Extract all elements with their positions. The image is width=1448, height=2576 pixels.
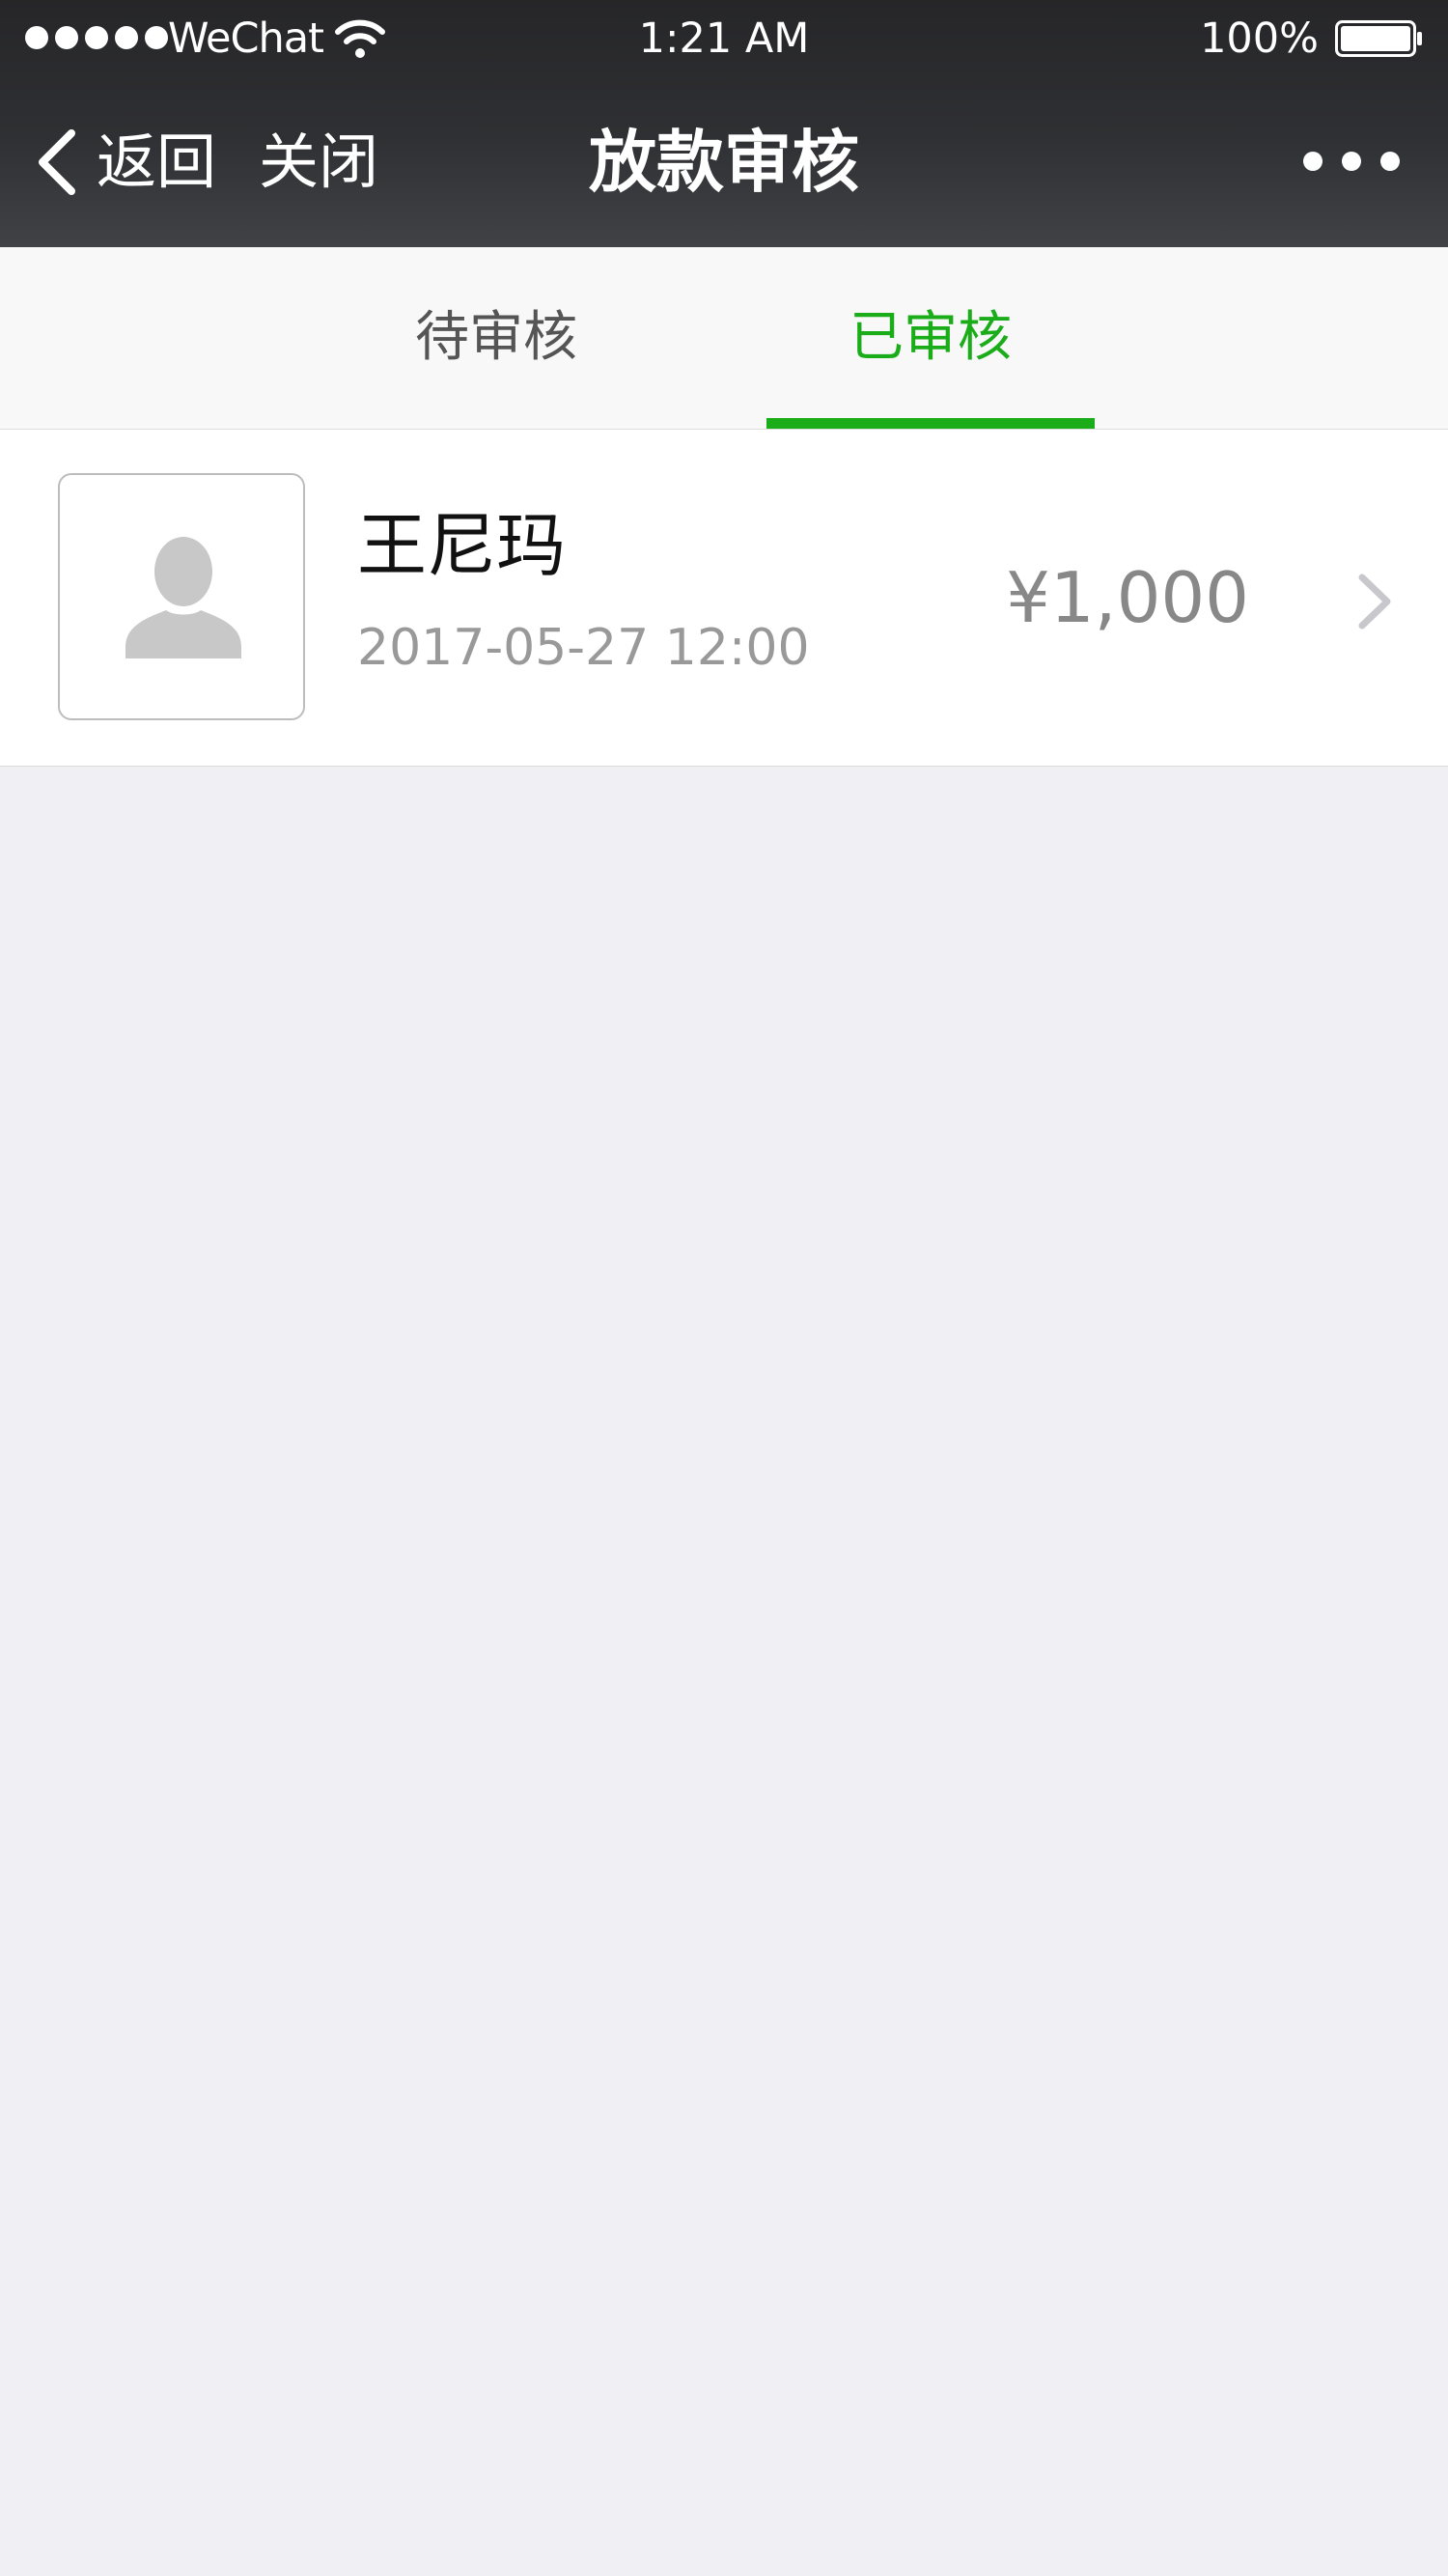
chevron-right-icon bbox=[1358, 574, 1391, 630]
battery-percent: 100% bbox=[1200, 14, 1319, 63]
back-button[interactable]: 返回 bbox=[35, 124, 216, 201]
tab-reviewed-label: 已审核 bbox=[849, 306, 1012, 369]
loan-time: 2017-05-27 12:00 bbox=[357, 619, 810, 677]
avatar bbox=[58, 473, 305, 720]
tab-pending-label: 待审核 bbox=[415, 306, 577, 369]
header: WeChat 1:21 AM 100% 返回 关闭 放款审核 bbox=[0, 0, 1448, 247]
chevron-left-icon bbox=[39, 129, 75, 195]
list-item[interactable]: 王尼玛 2017-05-27 12:00 ¥1,000 bbox=[0, 430, 1448, 766]
more-icon[interactable] bbox=[1303, 142, 1400, 181]
battery-icon bbox=[1335, 20, 1422, 57]
borrower-name: 王尼玛 bbox=[357, 505, 567, 586]
tab-bar: 待审核 已审核 bbox=[0, 247, 1448, 430]
close-button[interactable]: 关闭 bbox=[259, 124, 378, 201]
user-placeholder-icon bbox=[125, 537, 241, 658]
navigation-bar: 返回 关闭 放款审核 bbox=[0, 79, 1448, 247]
tab-reviewed[interactable]: 已审核 bbox=[766, 247, 1095, 429]
loan-list: 王尼玛 2017-05-27 12:00 ¥1,000 bbox=[0, 430, 1448, 767]
loan-amount: ¥1,000 bbox=[1006, 557, 1249, 638]
tab-pending[interactable]: 待审核 bbox=[332, 247, 660, 429]
active-tab-indicator bbox=[766, 418, 1095, 429]
back-label: 返回 bbox=[97, 126, 217, 197]
status-bar: WeChat 1:21 AM 100% bbox=[0, 0, 1448, 79]
page-title: 放款审核 bbox=[589, 123, 859, 202]
